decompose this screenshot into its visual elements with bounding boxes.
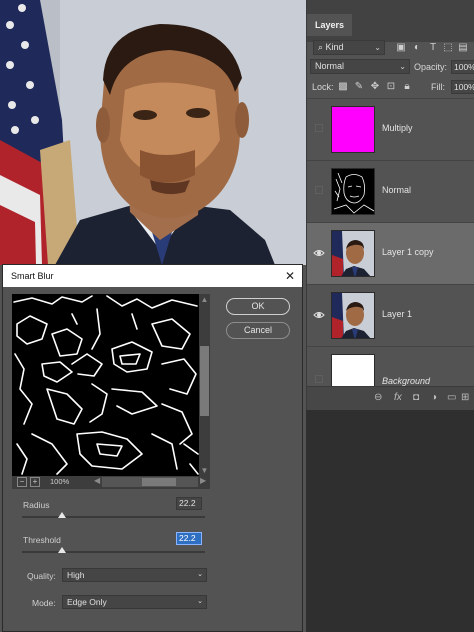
- layer-row-normal[interactable]: Normal: [307, 160, 474, 222]
- layer-row-layer-1-copy[interactable]: Layer 1 copy: [307, 222, 474, 284]
- portrait-thumbnail: [332, 231, 374, 276]
- smart-object-filter-icon[interactable]: ▤: [457, 42, 469, 54]
- threshold-slider[interactable]: [22, 547, 205, 553]
- layer-row-multiply[interactable]: Multiply: [307, 98, 474, 160]
- fill-label: Fill:: [431, 82, 445, 92]
- lock-position-icon[interactable]: ✥: [369, 81, 381, 93]
- lock-artboard-icon[interactable]: ⊡: [385, 81, 397, 93]
- lock-row: Lock: ▩ ✎ ✥ ⊡ 🔒︎ Fill: 100%: [307, 79, 474, 99]
- fill-field[interactable]: 100%: [451, 80, 474, 94]
- layer-thumbnail: [331, 230, 375, 277]
- zoom-out-button[interactable]: −: [17, 477, 27, 487]
- radius-label: Radius: [23, 500, 50, 510]
- threshold-field[interactable]: 22.2: [176, 532, 202, 545]
- chevron-down-icon: ⌄: [399, 62, 406, 71]
- preview-vertical-scrollbar[interactable]: ▲ ▼: [199, 294, 210, 476]
- layer-name: Layer 1 copy: [382, 247, 434, 257]
- scrollbar-thumb[interactable]: [142, 478, 176, 486]
- layer-thumbnail: [331, 354, 375, 388]
- chevron-down-icon: ⌄: [197, 598, 203, 605]
- type-filter-icon[interactable]: T: [427, 42, 439, 54]
- portrait-thumbnail: [332, 293, 374, 338]
- visibility-toggle[interactable]: [315, 124, 323, 132]
- scroll-down-icon[interactable]: ▼: [200, 466, 209, 475]
- tab-layers[interactable]: Layers: [307, 14, 353, 36]
- radius-slider[interactable]: [22, 512, 205, 518]
- chevron-down-icon: ⌄: [374, 43, 381, 52]
- mode-dropdown[interactable]: Edge Only ⌄: [62, 595, 207, 609]
- smart-blur-dialog: Smart Blur ✕ ▲ ▼ − + 100% ◀ ▶ OK Cancel …: [2, 264, 303, 632]
- kind-filter-label: Kind: [325, 42, 344, 52]
- adjustment-icon[interactable]: ◑: [431, 392, 437, 403]
- new-layer-icon[interactable]: ⊞: [461, 392, 469, 403]
- visibility-toggle[interactable]: [315, 375, 323, 383]
- radius-slider-knob[interactable]: [58, 512, 67, 518]
- layer-thumbnail: [331, 106, 375, 153]
- dialog-titlebar[interactable]: Smart Blur ✕: [3, 265, 302, 287]
- zoom-in-button[interactable]: +: [30, 477, 40, 487]
- scroll-right-icon[interactable]: ▶: [200, 476, 206, 485]
- opacity-label: Opacity:: [414, 62, 448, 72]
- dialog-title: Smart Blur: [11, 271, 54, 281]
- filter-preview[interactable]: [12, 294, 199, 476]
- preview-horizontal-scrollbar[interactable]: [102, 477, 198, 487]
- eye-icon[interactable]: [313, 310, 325, 320]
- blend-row: Normal ⌄ Opacity: 100%: [307, 59, 474, 79]
- ok-button[interactable]: OK: [226, 298, 290, 315]
- empty-panel-area: [306, 410, 474, 632]
- layers-panel-footer: ⊖ fx ◘ ◑ ▭ ⊞: [307, 386, 474, 410]
- shape-filter-icon[interactable]: ⬚: [442, 42, 454, 54]
- adjustment-filter-icon[interactable]: ◐: [411, 42, 423, 54]
- scroll-up-icon[interactable]: ▲: [200, 295, 209, 304]
- quality-dropdown[interactable]: High ⌄: [62, 568, 207, 582]
- blend-mode-dropdown[interactable]: Normal ⌄: [310, 59, 410, 74]
- layers-panel: Layers ⌕ Kind ⌄ ▣ ◐ T ⬚ ▤ Normal ⌄ Opaci…: [306, 0, 474, 410]
- edge-preview-image: [12, 294, 199, 476]
- quality-label: Quality:: [27, 571, 56, 581]
- document-canvas[interactable]: [0, 0, 306, 265]
- edge-sketch-thumbnail: [333, 172, 374, 214]
- layer-name: Background: [382, 376, 431, 386]
- link-icon[interactable]: ⊖: [374, 392, 382, 403]
- mask-icon[interactable]: ◘: [413, 392, 419, 403]
- lock-image-icon[interactable]: ✎: [353, 81, 365, 93]
- lock-all-icon[interactable]: 🔒︎: [401, 81, 413, 93]
- pixel-filter-icon[interactable]: ▣: [395, 42, 407, 54]
- threshold-label: Threshold: [23, 535, 61, 545]
- scroll-left-icon[interactable]: ◀: [94, 476, 100, 485]
- zoom-level: 100%: [50, 477, 70, 486]
- lock-label: Lock:: [312, 82, 334, 92]
- visibility-toggle[interactable]: [315, 186, 323, 194]
- layer-name: Layer 1: [382, 309, 413, 319]
- layer-name: Multiply: [382, 123, 413, 133]
- mode-label: Mode:: [32, 598, 56, 608]
- eye-icon[interactable]: [313, 248, 325, 258]
- layers-panel-header: Layers: [307, 0, 474, 42]
- threshold-slider-knob[interactable]: [58, 547, 67, 553]
- scrollbar-thumb[interactable]: [200, 346, 209, 416]
- layer-thumbnail: [331, 168, 375, 215]
- layer-thumbnail: [331, 292, 375, 339]
- blend-mode-value: Normal: [315, 61, 345, 71]
- cancel-button[interactable]: Cancel: [226, 322, 290, 339]
- layer-name: Normal: [382, 185, 412, 195]
- photoshop-window: Layers ⌕ Kind ⌄ ▣ ◐ T ⬚ ▤ Normal ⌄ Opaci…: [0, 0, 474, 632]
- quality-value: High: [67, 570, 85, 580]
- search-icon: ⌕: [318, 42, 326, 52]
- folder-icon[interactable]: ▭: [447, 392, 456, 403]
- portrait-image: [0, 0, 306, 265]
- close-icon[interactable]: ✕: [285, 265, 295, 287]
- layer-row-background[interactable]: Background: [307, 346, 474, 388]
- preview-zoom-bar: − + 100% ◀ ▶: [12, 476, 210, 489]
- fx-icon[interactable]: fx: [394, 392, 402, 403]
- kind-filter-dropdown[interactable]: ⌕ Kind ⌄: [313, 40, 385, 55]
- lock-transparent-icon[interactable]: ▩: [337, 81, 349, 93]
- radius-field[interactable]: 22.2: [176, 497, 202, 510]
- filter-row: ⌕ Kind ⌄ ▣ ◐ T ⬚ ▤: [307, 40, 474, 60]
- layer-row-layer-1[interactable]: Layer 1: [307, 284, 474, 346]
- chevron-down-icon: ⌄: [197, 571, 203, 578]
- mode-value: Edge Only: [67, 597, 107, 607]
- opacity-field[interactable]: 100%: [451, 60, 474, 74]
